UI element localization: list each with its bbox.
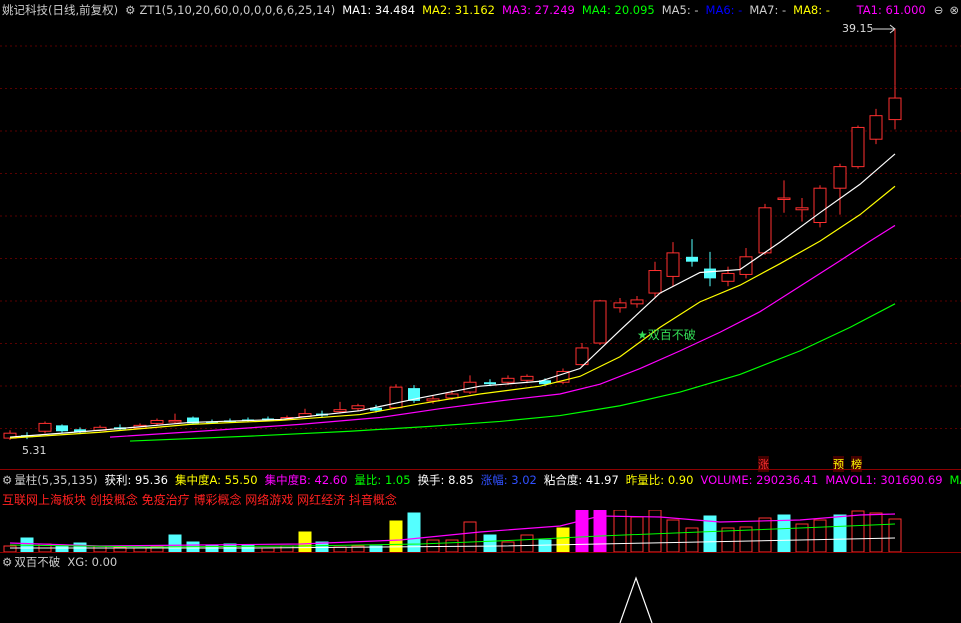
volume-stat-5: 换手: 8.85 — [417, 473, 474, 487]
ta1-label: TA1: 61.000 — [856, 3, 926, 17]
volume-bar — [298, 531, 312, 552]
candle — [795, 198, 809, 222]
signal-label: ★双百不破 — [637, 328, 696, 342]
volume-bar — [721, 527, 735, 552]
candle — [3, 430, 17, 441]
candle — [38, 421, 52, 434]
volume-bar — [813, 519, 827, 552]
low-price-value: 5.31 — [22, 444, 47, 457]
grid — [0, 45, 961, 429]
chart-header: 姚记科技(日线,前复权) ⚙ ZT1(5,10,20,60,0,0,0,0,6,… — [0, 0, 961, 20]
candle — [648, 261, 662, 298]
concepts-line: 互联网上海板块 创投概念 免疫治疗 博彩概念 网络游戏 网红经济 抖音概念 — [2, 493, 397, 507]
xg-title[interactable]: 双百不破 — [14, 554, 60, 570]
ma-legend-4: MA4: 20.095 — [581, 3, 655, 17]
stock-title[interactable]: 姚记科技(日线,前复权) — [2, 2, 118, 18]
candle — [851, 125, 865, 169]
volume-chart[interactable] — [0, 510, 961, 552]
xg-value: XG: 0.00 — [67, 555, 118, 569]
candle — [56, 424, 68, 434]
volume-bar — [483, 534, 497, 552]
candle — [704, 251, 716, 287]
candle — [389, 384, 403, 409]
ma-legend-6: MA6: - — [705, 3, 743, 17]
candle — [869, 108, 883, 145]
ma-legend-7: MA7: - — [749, 3, 787, 17]
volume-bar — [685, 527, 699, 552]
volume-stat-10: MAVOL1: 301690.69 — [825, 473, 943, 487]
ma-legend-3: MA3: 27.249 — [502, 3, 575, 17]
xg-settings-icon[interactable]: ⚙ — [2, 555, 12, 569]
volume-stat-0: 量柱(5,35,135) — [14, 473, 98, 487]
minimize-icon[interactable]: ⊖ — [934, 3, 944, 17]
candlestick-chart[interactable] — [0, 20, 961, 468]
ma-legend-1: MA1: 34.484 — [342, 3, 416, 17]
ma-list: MA1: 34.484 MA2: 31.162 MA3: 27.249 MA4: 20… — [342, 3, 837, 17]
collapse-icon[interactable]: ⚙ — [2, 473, 12, 487]
low-price-label: 5.31 — [4, 444, 47, 457]
volume-stat-2: 集中度A: 55.50 — [174, 473, 258, 487]
volume-stat-4: 量比: 1.05 — [354, 473, 411, 487]
volume-bar — [407, 512, 421, 552]
volume-bar — [851, 510, 865, 552]
close-icon[interactable]: ⊗ — [949, 3, 959, 17]
ma-legend-8: MA8: - — [793, 3, 830, 17]
xg-signal-line — [619, 576, 653, 623]
xg-chart — [619, 576, 653, 623]
volume-stat-1: 获利: 95.36 — [104, 473, 168, 487]
candles — [3, 85, 902, 441]
volume-bar — [168, 534, 182, 552]
volume-header: ⚙ 量柱(5,35,135) 获利: 95.36 集中度A: 55.50 集中度B: … — [0, 470, 961, 490]
volume-bar — [538, 539, 552, 552]
ma-legend-5: MA5: - — [661, 3, 699, 17]
candle — [630, 296, 644, 308]
candle — [666, 242, 680, 287]
volume-bar — [833, 514, 847, 552]
indicator-label[interactable]: ZT1(5,10,20,60,0,0,0,0,6,6,25,14) — [139, 3, 335, 17]
candle — [813, 185, 827, 228]
high-price-label: 39.15 — [842, 22, 874, 35]
volume-bar — [556, 527, 570, 552]
candle — [187, 416, 199, 425]
ma3-line — [109, 224, 896, 438]
candle — [168, 413, 182, 424]
ma-legend-2: MA2: 31.162 — [422, 3, 495, 17]
volume-bar — [520, 534, 534, 552]
candle — [613, 297, 627, 313]
candle — [758, 203, 772, 255]
volume-bar — [869, 512, 883, 552]
volume-bar — [758, 517, 772, 552]
candle — [833, 163, 847, 215]
volume-stat-11: MAVOL2: — [949, 473, 961, 487]
volume-stat-6: 涨幅: 3.02 — [480, 473, 537, 487]
volume-bar — [501, 541, 515, 552]
volume-stat-7: 粘合度: 41.97 — [543, 473, 619, 487]
volume-items: 量柱(5,35,135) 获利: 95.36 集中度A: 55.50 集中度B: 42… — [14, 472, 961, 488]
candle — [593, 299, 607, 345]
volume-bar — [575, 510, 589, 552]
volume-bar — [666, 519, 680, 552]
volume-stat-3: 集中度B: 42.60 — [264, 473, 348, 487]
settings-icon[interactable]: ⚙ — [125, 3, 135, 17]
xg-header: ⚙ 双百不破 XG: 0.00 — [0, 552, 961, 572]
volume-bar — [426, 539, 440, 552]
volume-stat-9: VOLUME: 290236.41 — [700, 473, 819, 487]
volume-stat-8: 昨量比: 0.90 — [625, 473, 694, 487]
candle — [463, 375, 477, 394]
candle — [777, 180, 791, 213]
candle — [686, 239, 698, 267]
volume-bar — [463, 521, 477, 552]
candle — [888, 85, 902, 130]
